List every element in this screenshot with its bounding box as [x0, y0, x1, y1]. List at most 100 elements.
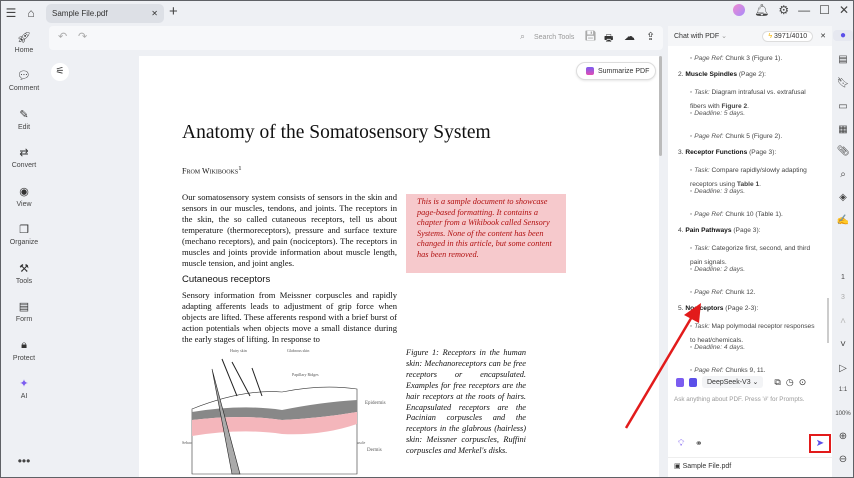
form-fields-icon[interactable]: ▦	[833, 124, 853, 135]
signature-icon[interactable]: ✍	[833, 215, 853, 226]
item-page: (Page 2):	[737, 71, 766, 78]
skin-receptors-figure: Hairy skin Glabrous skin Papillary Ridge…	[182, 348, 386, 475]
model-select[interactable]: DeepSeek-V3 ⌄	[702, 376, 764, 388]
home-icon[interactable]: ⌂	[21, 6, 41, 20]
detail-text: Chunk 10 (Table 1).	[723, 211, 783, 218]
avatar[interactable]	[733, 4, 746, 16]
sidebar-item-protect[interactable]: 🔒︎ Protect	[1, 339, 47, 362]
note-box: This is a sample document to showcase pa…	[406, 194, 566, 273]
chat-title: Chat with PDF	[674, 33, 720, 40]
figure-label: Dermis	[367, 448, 382, 453]
filter-settings-button[interactable]: ⚟	[51, 63, 69, 81]
task-heading: 4. Pain Pathways (Page 3):	[678, 226, 761, 235]
close-tab-icon[interactable]: ✕	[151, 9, 158, 18]
task-detail: ◦ Page Ref: Chunk 3 (Figure 1).	[690, 54, 820, 63]
sidebar-item-convert[interactable]: ⇄ Convert	[1, 146, 47, 169]
sidebar-item-comment[interactable]: 💬︎ Comment	[1, 69, 47, 92]
save-icon[interactable]: 💾︎	[584, 31, 597, 42]
sidebar-label: Form	[15, 316, 33, 323]
detail-label: Page Ref:	[694, 289, 724, 296]
task-detail: ◦ Page Ref: Chunk 5 (Figure 2).	[690, 132, 820, 141]
credits-badge[interactable]: ϟ 3971/4010	[762, 30, 814, 42]
detail-text: Chunk 12.	[723, 289, 756, 296]
redo-icon[interactable]: ↷	[78, 30, 87, 43]
sidebar-item-organize[interactable]: ❐ Organize	[1, 223, 47, 246]
prompt-bulb-icon[interactable]: 💡︎	[678, 438, 684, 449]
ai-assistant-icon[interactable]: ●	[833, 30, 853, 41]
bolt-icon: ϟ	[768, 32, 773, 40]
summarize-label: Summarize PDF	[598, 67, 650, 75]
credits-count: 3971/4010	[774, 32, 808, 40]
prev-page-icon[interactable]: ˄	[833, 316, 853, 327]
detail-label: Deadline: 2 days.	[694, 266, 746, 273]
zoom-in-icon[interactable]: ⊕	[833, 431, 853, 442]
next-page-icon[interactable]: ˅	[833, 339, 853, 350]
undo-icon[interactable]: ↶	[58, 30, 67, 43]
select-tool-icon[interactable]: ▷	[833, 363, 853, 374]
bullet-icon: ◦	[690, 289, 693, 296]
page-current[interactable]: 1	[833, 274, 853, 281]
detail-label: Deadline: 3 days.	[694, 188, 746, 195]
thumbnails-icon[interactable]: ▤	[833, 54, 853, 65]
document-scrollbar[interactable]	[659, 56, 662, 156]
share-icon[interactable]: ⇪	[646, 30, 655, 43]
menu-icon[interactable]: ☰	[1, 6, 21, 20]
zoom-out-icon[interactable]: ⊖	[833, 454, 853, 465]
maximize-button[interactable]: ☐	[819, 3, 830, 17]
footnote-marker: 1	[238, 165, 242, 172]
search-icon[interactable]: ⌕	[833, 169, 853, 180]
close-window-button[interactable]: ✕	[839, 3, 849, 17]
bullet-icon: ◦	[690, 211, 693, 218]
section-heading: Cutaneous receptors	[182, 274, 271, 285]
minimize-button[interactable]: —	[798, 3, 810, 17]
sidebar-item-home[interactable]: 🚀︎ Home	[1, 31, 47, 54]
sidebar-item-ai[interactable]: ✦ AI	[1, 377, 47, 400]
item-title: Muscle Spindles	[685, 71, 738, 78]
sidebar-item-view[interactable]: ◉ View	[1, 185, 47, 208]
item-page: (Page 3):	[747, 149, 777, 156]
attach-icon[interactable]: ⚭	[695, 438, 703, 449]
convert-icon: ⇄	[19, 147, 29, 159]
zoom-level[interactable]: 100%	[833, 411, 853, 417]
print-icon[interactable]: 🖶	[604, 31, 613, 48]
summarize-pdf-button[interactable]: Summarize PDF	[576, 62, 656, 80]
bell-icon[interactable]: 🔔︎	[754, 3, 769, 17]
task-detail: ◦ Deadline: 5 days.	[690, 109, 820, 118]
sidebar-label: AI	[20, 393, 28, 400]
bullet-icon: ◦	[690, 245, 693, 252]
chat-scrollbar[interactable]	[827, 298, 829, 343]
cloud-upload-icon[interactable]: ☁	[624, 30, 635, 43]
chat-mode-dropdown[interactable]: Chat with PDF ⌄	[674, 32, 727, 40]
actual-size-button[interactable]: 1:1	[833, 387, 853, 393]
pdf-page: Anatomy of the Somatosensory System From…	[139, 56, 659, 477]
paragraph: Our somatosensory system consists of sen…	[182, 192, 397, 268]
gear-icon[interactable]: ⚙	[778, 3, 789, 17]
bookmark-icon[interactable]: 🔖︎	[833, 78, 853, 89]
document-author: From Wikibooks1	[182, 165, 242, 176]
task-detail: ◦ Page Ref: Chunk 12.	[690, 288, 820, 297]
tab-sample-file[interactable]: Sample File.pdf ✕	[46, 4, 164, 23]
sidebar-item-tools[interactable]: ⚒ Tools	[1, 262, 47, 285]
new-chat-icon[interactable]: ⧉	[774, 377, 780, 388]
figure-label: Glabrous skin	[287, 348, 309, 353]
sidebar-label: Convert	[11, 162, 37, 169]
attached-file[interactable]: ▣ Sample File.pdf	[668, 457, 832, 475]
sidebar-item-form[interactable]: ▤ Form	[1, 300, 47, 323]
layers-icon[interactable]: ◈	[833, 192, 853, 203]
new-tab-button[interactable]: +	[169, 3, 178, 20]
history-icon[interactable]: ◷	[786, 377, 794, 388]
detail-label: Deadline: 5 days.	[694, 110, 746, 117]
toolbar: ↶ ↷ ⌕ Search Tools 💾︎ 🖶 ☁ ⇪	[49, 26, 663, 50]
close-chat-icon[interactable]: ✕	[820, 32, 826, 40]
settings-icon[interactable]: ⊙	[799, 377, 807, 388]
attachment-icon[interactable]: 📎︎	[833, 146, 853, 157]
annotation-arrow	[624, 303, 701, 429]
bullet-icon: ◦	[690, 55, 693, 62]
more-icon[interactable]: •••	[1, 454, 47, 468]
file-name: Sample File.pdf	[682, 463, 732, 470]
comment-list-icon[interactable]: ▭	[833, 101, 853, 112]
sidebar-item-edit[interactable]: ✎ Edit	[1, 108, 47, 131]
search-tools-input[interactable]: Search Tools	[534, 34, 574, 41]
send-button[interactable]: ➤	[809, 434, 831, 453]
bullet-icon: ◦	[690, 133, 693, 140]
